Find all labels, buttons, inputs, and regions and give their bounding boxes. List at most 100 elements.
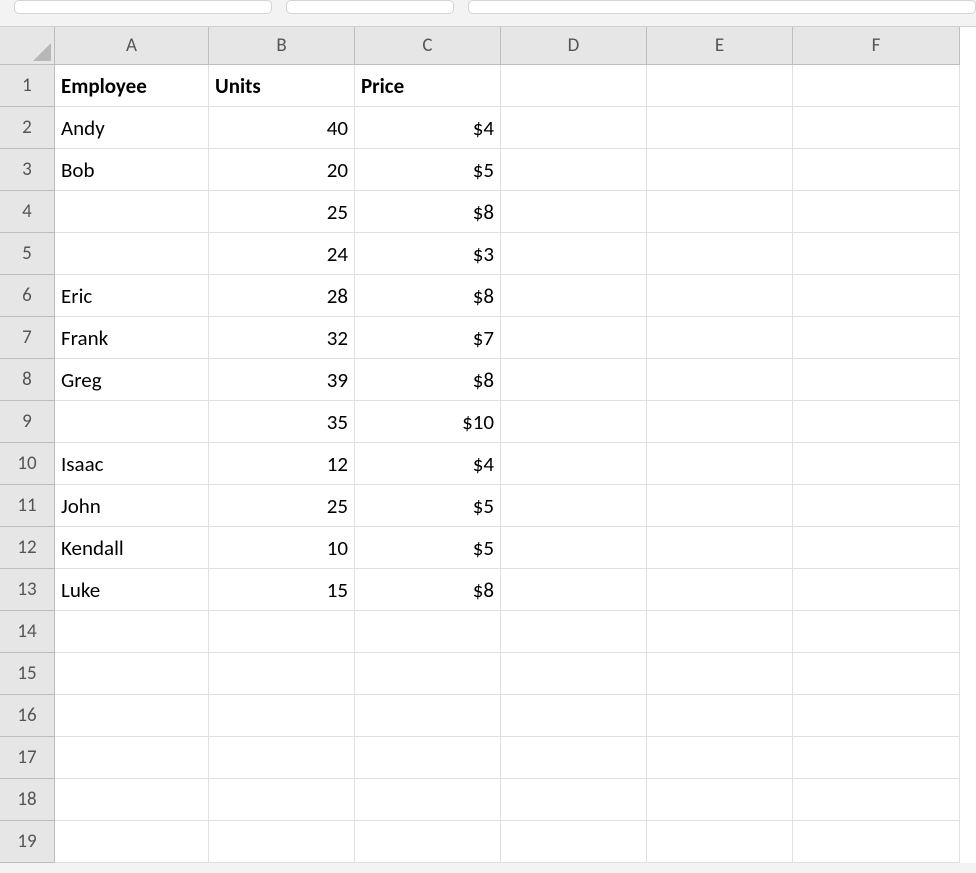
cell-A9[interactable] [55, 401, 209, 443]
cell-F6[interactable] [793, 275, 960, 317]
cell-B17[interactable] [209, 737, 355, 779]
col-header-B[interactable]: B [209, 27, 355, 65]
cell-C16[interactable] [355, 695, 501, 737]
cell-E18[interactable] [647, 779, 793, 821]
cell-D19[interactable] [501, 821, 647, 863]
cell-A17[interactable] [55, 737, 209, 779]
cell-D14[interactable] [501, 611, 647, 653]
cell-D6[interactable] [501, 275, 647, 317]
cell-E9[interactable] [647, 401, 793, 443]
cell-F3[interactable] [793, 149, 960, 191]
cell-C4[interactable]: $8 [355, 191, 501, 233]
cell-F16[interactable] [793, 695, 960, 737]
cell-C2[interactable]: $4 [355, 107, 501, 149]
cell-C19[interactable] [355, 821, 501, 863]
cell-E8[interactable] [647, 359, 793, 401]
cell-C3[interactable]: $5 [355, 149, 501, 191]
cell-D7[interactable] [501, 317, 647, 359]
cell-C7[interactable]: $7 [355, 317, 501, 359]
cell-A7[interactable]: Frank [55, 317, 209, 359]
cell-D10[interactable] [501, 443, 647, 485]
cell-A3[interactable]: Bob [55, 149, 209, 191]
cell-A4[interactable] [55, 191, 209, 233]
cell-A14[interactable] [55, 611, 209, 653]
cell-C10[interactable]: $4 [355, 443, 501, 485]
cell-A13[interactable]: Luke [55, 569, 209, 611]
cell-F2[interactable] [793, 107, 960, 149]
col-header-D[interactable]: D [501, 27, 647, 65]
cell-F4[interactable] [793, 191, 960, 233]
cell-C14[interactable] [355, 611, 501, 653]
cell-E2[interactable] [647, 107, 793, 149]
cell-B1[interactable]: Units [209, 65, 355, 107]
cell-B2[interactable]: 40 [209, 107, 355, 149]
cell-D18[interactable] [501, 779, 647, 821]
cell-B9[interactable]: 35 [209, 401, 355, 443]
cell-F19[interactable] [793, 821, 960, 863]
cell-A12[interactable]: Kendall [55, 527, 209, 569]
cell-D17[interactable] [501, 737, 647, 779]
cell-E4[interactable] [647, 191, 793, 233]
cell-A6[interactable]: Eric [55, 275, 209, 317]
cell-B7[interactable]: 32 [209, 317, 355, 359]
cell-D1[interactable] [501, 65, 647, 107]
col-header-E[interactable]: E [647, 27, 793, 65]
cell-E14[interactable] [647, 611, 793, 653]
cell-D13[interactable] [501, 569, 647, 611]
row-header-4[interactable]: 4 [0, 191, 55, 233]
cell-F9[interactable] [793, 401, 960, 443]
cell-B10[interactable]: 12 [209, 443, 355, 485]
cell-B11[interactable]: 25 [209, 485, 355, 527]
row-header-11[interactable]: 11 [0, 485, 55, 527]
cell-D9[interactable] [501, 401, 647, 443]
cell-C18[interactable] [355, 779, 501, 821]
cell-C11[interactable]: $5 [355, 485, 501, 527]
row-header-2[interactable]: 2 [0, 107, 55, 149]
cell-A16[interactable] [55, 695, 209, 737]
cell-A1[interactable]: Employee [55, 65, 209, 107]
cell-C5[interactable]: $3 [355, 233, 501, 275]
cell-C13[interactable]: $8 [355, 569, 501, 611]
cell-B15[interactable] [209, 653, 355, 695]
cell-C8[interactable]: $8 [355, 359, 501, 401]
cell-D3[interactable] [501, 149, 647, 191]
cell-F7[interactable] [793, 317, 960, 359]
row-header-15[interactable]: 15 [0, 653, 55, 695]
row-header-12[interactable]: 12 [0, 527, 55, 569]
cell-A5[interactable] [55, 233, 209, 275]
cell-C6[interactable]: $8 [355, 275, 501, 317]
cell-F10[interactable] [793, 443, 960, 485]
row-header-8[interactable]: 8 [0, 359, 55, 401]
cell-D12[interactable] [501, 527, 647, 569]
select-all-corner[interactable] [0, 27, 55, 65]
cell-E15[interactable] [647, 653, 793, 695]
cell-B4[interactable]: 25 [209, 191, 355, 233]
row-header-16[interactable]: 16 [0, 695, 55, 737]
row-header-18[interactable]: 18 [0, 779, 55, 821]
cell-B16[interactable] [209, 695, 355, 737]
cell-C12[interactable]: $5 [355, 527, 501, 569]
cell-C17[interactable] [355, 737, 501, 779]
cell-E16[interactable] [647, 695, 793, 737]
cell-B12[interactable]: 10 [209, 527, 355, 569]
cell-F17[interactable] [793, 737, 960, 779]
cell-E19[interactable] [647, 821, 793, 863]
cell-D11[interactable] [501, 485, 647, 527]
cell-F14[interactable] [793, 611, 960, 653]
row-header-10[interactable]: 10 [0, 443, 55, 485]
cell-C1[interactable]: Price [355, 65, 501, 107]
cell-F11[interactable] [793, 485, 960, 527]
cell-F18[interactable] [793, 779, 960, 821]
cell-A8[interactable]: Greg [55, 359, 209, 401]
cell-B19[interactable] [209, 821, 355, 863]
cell-D2[interactable] [501, 107, 647, 149]
cell-A10[interactable]: Isaac [55, 443, 209, 485]
cell-D15[interactable] [501, 653, 647, 695]
cell-B5[interactable]: 24 [209, 233, 355, 275]
cell-D4[interactable] [501, 191, 647, 233]
cell-F8[interactable] [793, 359, 960, 401]
cell-E17[interactable] [647, 737, 793, 779]
cell-E1[interactable] [647, 65, 793, 107]
cell-C9[interactable]: $10 [355, 401, 501, 443]
cell-B13[interactable]: 15 [209, 569, 355, 611]
